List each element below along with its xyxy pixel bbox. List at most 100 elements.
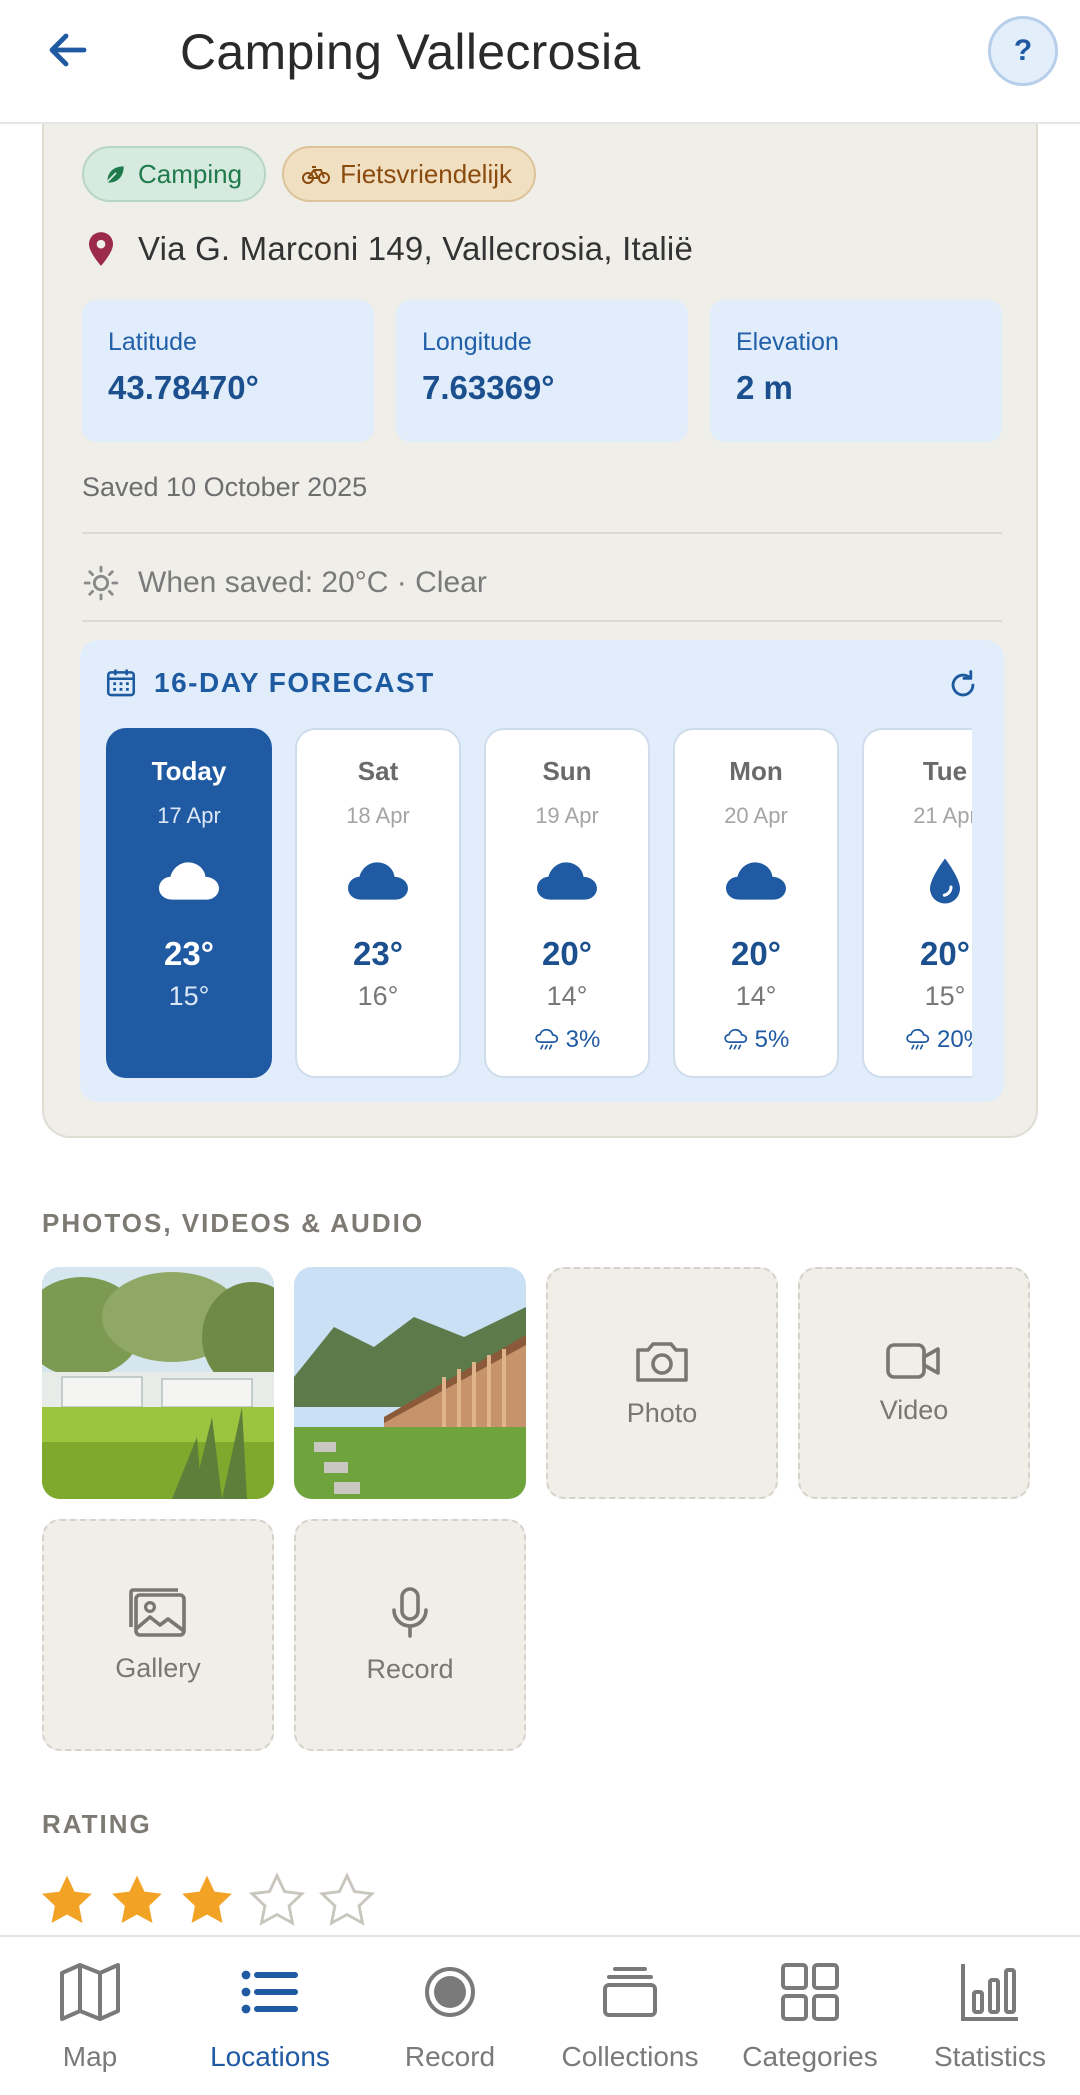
day-name: Tue xyxy=(922,756,968,786)
longitude-value: 7.63369° xyxy=(422,369,555,406)
weather-when-saved-row: When saved: 20°C · Clear xyxy=(82,564,487,602)
forecast-day-today[interactable]: Today 17 Apr 23° 15° xyxy=(106,728,272,1078)
nav-label: Categories xyxy=(742,2041,878,2072)
nav-record[interactable]: Record xyxy=(360,1937,540,2095)
forecast-day-sat[interactable]: Sat 18 Apr 23° 16° xyxy=(295,728,461,1078)
help-button[interactable]: ? xyxy=(988,16,1058,86)
camera-icon xyxy=(636,1341,688,1382)
forecast-day-mon[interactable]: Mon 20 Apr 20° 14° 5% xyxy=(673,728,839,1078)
longitude-box: Longitude 7.63369° xyxy=(396,300,688,442)
add-video-button[interactable]: Video xyxy=(798,1267,1030,1499)
forecast-title: 16-DAY FORECAST xyxy=(154,667,435,698)
day-name: Today xyxy=(151,756,227,786)
tag-camping[interactable]: Camping xyxy=(82,146,267,202)
photo-thumbnail-bungalows[interactable] xyxy=(294,1267,526,1499)
list-icon xyxy=(241,1970,298,2014)
nav-map[interactable]: Map xyxy=(0,1937,180,2095)
cloud-icon xyxy=(348,862,408,900)
nav-label: Record xyxy=(404,2041,496,2072)
coordinates-row: Latitude 43.78470° Longitude 7.63369° El… xyxy=(82,300,1002,442)
rain-cloud-icon xyxy=(534,1028,558,1050)
elevation-value: 2 m xyxy=(736,369,793,406)
day-name: Sun xyxy=(542,756,592,786)
day-name: Mon xyxy=(729,756,783,786)
latitude-label: Latitude xyxy=(108,328,197,356)
address-row: Via G. Marconi 149, Vallecrosia, Italië xyxy=(86,230,693,268)
nav-label: Locations xyxy=(210,2041,330,2072)
photo-thumbnail-camping[interactable] xyxy=(42,1267,274,1499)
back-button[interactable] xyxy=(40,22,96,78)
raindrop-icon xyxy=(930,858,960,904)
nav-label: Collections xyxy=(561,2041,699,2072)
video-camera-icon xyxy=(886,1342,940,1379)
microphone-icon xyxy=(392,1586,428,1638)
latitude-value: 43.78470° xyxy=(108,369,259,406)
latitude-box: Latitude 43.78470° xyxy=(82,300,374,442)
grid-icon xyxy=(781,1963,839,2021)
address-text: Via G. Marconi 149, Vallecrosia, Italië xyxy=(138,230,694,267)
nav-statistics[interactable]: Statistics xyxy=(900,1937,1080,2095)
tile-label: Gallery xyxy=(115,1652,201,1683)
day-date: 19 Apr xyxy=(535,803,599,828)
day-high-temp: 20° xyxy=(542,935,592,972)
add-from-gallery-button[interactable]: Gallery xyxy=(42,1519,274,1751)
cloud-icon xyxy=(159,862,219,900)
rain-cloud-icon xyxy=(723,1028,747,1050)
day-high-temp: 20° xyxy=(731,935,781,972)
leaf-icon xyxy=(106,166,124,183)
location-card: Camping Fietsvriendelijk Via G. Marconi … xyxy=(42,106,1038,1138)
record-icon xyxy=(425,1967,475,2017)
page-title: Camping Vallecrosia xyxy=(180,24,641,80)
rating-section-title: RATING xyxy=(42,1809,152,1839)
tag-label: Fietsvriendelijk xyxy=(340,158,513,189)
day-name: Sat xyxy=(357,756,399,786)
nav-collections[interactable]: Collections xyxy=(540,1937,720,2095)
tag-list: Camping Fietsvriendelijk xyxy=(82,146,537,202)
forecast-header: 16-DAY FORECAST xyxy=(104,666,435,700)
map-pin-icon xyxy=(89,232,113,266)
precipitation-value: 3% xyxy=(565,1026,601,1053)
tag-bike-friendly[interactable]: Fietsvriendelijk xyxy=(282,146,537,202)
bar-chart-icon xyxy=(961,1964,1018,2021)
star-filled-icon[interactable] xyxy=(178,1872,236,1930)
star-filled-icon[interactable] xyxy=(108,1872,166,1930)
precipitation-value: 20% xyxy=(936,1026,972,1053)
record-audio-button[interactable]: Record xyxy=(294,1519,526,1751)
star-rating[interactable] xyxy=(38,1872,376,1930)
calendar-icon xyxy=(106,669,136,697)
arrow-left-icon xyxy=(49,33,87,67)
weather-when-saved: When saved: 20°C · Clear xyxy=(138,566,487,599)
forecast-day-tue[interactable]: Tue 21 Apr 20° 15° 20% xyxy=(862,728,972,1078)
forecast-day-sun[interactable]: Sun 19 Apr 20° 14° 3% xyxy=(484,728,650,1078)
refresh-button[interactable] xyxy=(946,668,980,707)
bottom-navigation: Map Locations Record Collections Categor… xyxy=(0,1935,1080,2095)
day-date: 17 Apr xyxy=(157,803,221,828)
day-high-temp: 20° xyxy=(920,935,970,972)
nav-categories[interactable]: Categories xyxy=(720,1937,900,2095)
map-icon xyxy=(60,1963,120,2021)
precipitation-chance: 3% xyxy=(486,1026,648,1054)
cloud-icon xyxy=(726,862,786,900)
star-empty-icon[interactable] xyxy=(248,1872,306,1930)
day-date: 21 Apr xyxy=(913,803,972,828)
precipitation-chance: 5% xyxy=(675,1026,837,1054)
saved-date: Saved 10 October 2025 xyxy=(82,472,368,502)
tile-label: Record xyxy=(366,1653,454,1684)
tag-label: Camping xyxy=(138,158,243,189)
day-date: 20 Apr xyxy=(724,803,788,828)
rain-cloud-icon xyxy=(906,1028,930,1050)
divider xyxy=(82,532,1002,534)
nav-label: Statistics xyxy=(933,2041,1047,2072)
elevation-box: Elevation 2 m xyxy=(710,300,1002,442)
forecast-days-scroller[interactable]: Today 17 Apr 23° 15° Sat 18 Apr 23° 16° … xyxy=(106,728,972,1078)
star-filled-icon[interactable] xyxy=(38,1872,96,1930)
add-photo-button[interactable]: Photo xyxy=(546,1267,778,1499)
day-high-temp: 23° xyxy=(353,935,403,972)
star-empty-icon[interactable] xyxy=(318,1872,376,1930)
cloud-icon xyxy=(537,862,597,900)
longitude-label: Longitude xyxy=(422,328,532,356)
forecast-panel: 16-DAY FORECAST Today 17 Apr 23° 15° Sat… xyxy=(80,640,1004,1102)
nav-locations[interactable]: Locations xyxy=(180,1937,360,2095)
refresh-icon xyxy=(951,670,975,697)
day-low-temp: 14° xyxy=(735,981,777,1011)
